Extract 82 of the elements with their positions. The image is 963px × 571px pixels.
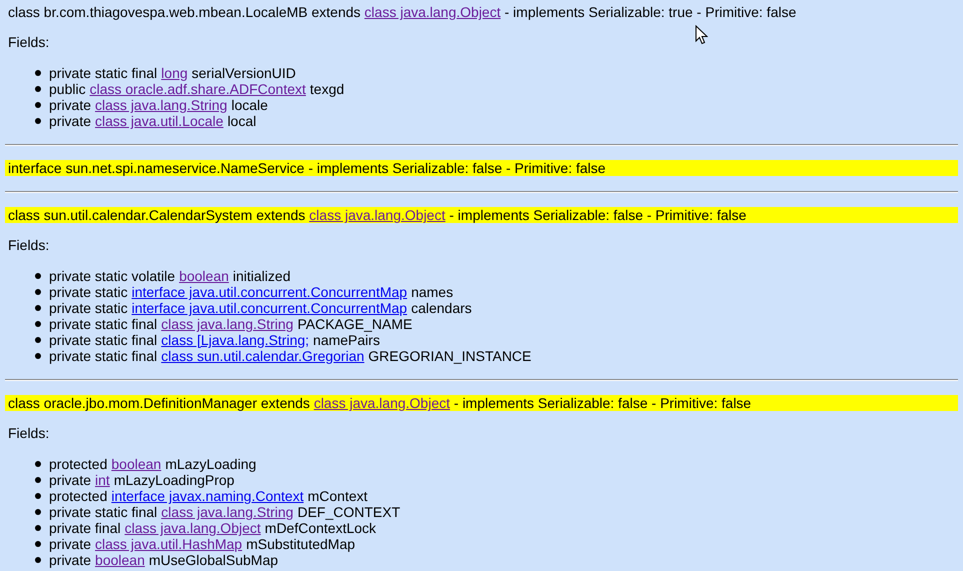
field-modifiers: protected xyxy=(49,456,108,472)
field-modifiers: private static final xyxy=(49,65,158,81)
bullet-icon xyxy=(35,461,41,467)
type-link[interactable]: long xyxy=(161,65,188,81)
field-name: PACKAGE_NAME xyxy=(297,316,412,332)
type-link[interactable]: class java.lang.Object xyxy=(364,4,501,20)
type-link[interactable]: class java.util.HashMap xyxy=(95,536,242,552)
field-modifiers: private xyxy=(49,113,92,129)
field-modifiers: private static xyxy=(49,284,128,300)
fields-label: Fields: xyxy=(8,34,50,50)
bullet-icon xyxy=(35,305,41,311)
field-modifiers: private xyxy=(49,472,92,488)
class-header-text: - implements Serializable: true - Primitive: false xyxy=(503,4,796,20)
type-link[interactable]: class sun.util.calendar.Gregorian xyxy=(161,348,364,364)
field-modifiers: private static final xyxy=(49,316,158,332)
field-name: local xyxy=(227,113,256,129)
type-link[interactable]: boolean xyxy=(95,552,145,568)
field-name: DEF_CONTEXT xyxy=(297,504,400,520)
bullet-icon xyxy=(35,86,41,92)
class-header-text: class oracle.jbo.mom.DefinitionManager extends xyxy=(8,395,311,411)
type-link[interactable]: class oracle.adf.share.ADFContext xyxy=(90,81,306,97)
field-name: locale xyxy=(231,97,268,113)
bullet-icon xyxy=(35,273,41,279)
bullet-icon xyxy=(35,509,41,515)
bullet-icon xyxy=(35,102,41,108)
mouse-cursor-icon xyxy=(695,25,708,45)
bullet-icon xyxy=(35,118,41,124)
fields-label: Fields: xyxy=(8,237,50,253)
type-link[interactable]: class [Ljava.lang.String; xyxy=(161,332,310,348)
type-link[interactable]: class java.lang.String xyxy=(95,97,228,113)
class-header-text: class sun.util.calendar.CalendarSystem extends xyxy=(8,207,306,223)
bullet-icon xyxy=(35,525,41,531)
field-name: names xyxy=(411,284,454,300)
field-name: namePairs xyxy=(313,332,380,348)
type-link[interactable]: class java.util.Locale xyxy=(95,113,224,129)
field-modifiers: private xyxy=(49,97,92,113)
field-name: calendars xyxy=(411,300,472,316)
class-header-text: - implements Serializable: false - Primitive: false xyxy=(448,207,746,223)
field-modifiers: private static final xyxy=(49,348,158,364)
field-modifiers: private static final xyxy=(49,504,158,520)
field-name: serialVersionUID xyxy=(192,65,296,81)
bullet-icon xyxy=(35,70,41,76)
field-modifiers: private final xyxy=(49,520,121,536)
bullet-icon xyxy=(35,321,41,327)
type-link[interactable]: class java.lang.String xyxy=(161,316,294,332)
field-name: mSubstitutedMap xyxy=(246,536,356,552)
field-modifiers: private static xyxy=(49,300,128,316)
field-name: initialized xyxy=(232,268,290,284)
bullet-icon xyxy=(35,289,41,295)
field-name: mLazyLoading xyxy=(165,456,256,472)
type-link[interactable]: boolean xyxy=(179,268,229,284)
type-link[interactable]: class java.lang.Object xyxy=(314,395,450,411)
field-name: mUseGlobalSubMap xyxy=(148,552,278,568)
bullet-icon xyxy=(35,541,41,547)
type-link[interactable]: class java.lang.Object xyxy=(309,207,446,223)
type-link[interactable]: class java.lang.String xyxy=(161,504,294,520)
field-name: texgd xyxy=(310,81,344,97)
field-modifiers: private static volatile xyxy=(49,268,176,284)
class-header-text: interface sun.net.spi.nameservice.NameService - implements Serializable: false - Primitive: false xyxy=(8,160,606,176)
bullet-icon xyxy=(35,493,41,499)
field-name: mContext xyxy=(308,488,368,504)
bullet-icon xyxy=(35,353,41,359)
bullet-icon xyxy=(35,557,41,563)
type-link[interactable]: class java.lang.Object xyxy=(124,520,261,536)
type-link[interactable]: boolean xyxy=(111,456,162,472)
field-name: mLazyLoadingProp xyxy=(114,472,234,488)
field-name: mDefContextLock xyxy=(264,520,376,536)
bullet-icon xyxy=(35,477,41,483)
field-name: GREGORIAN_INSTANCE xyxy=(368,348,532,364)
bullet-icon xyxy=(35,337,41,343)
field-modifiers: private xyxy=(49,536,92,552)
type-link[interactable]: interface javax.naming.Context xyxy=(111,488,304,504)
type-link[interactable]: int xyxy=(95,472,110,488)
field-modifiers: private static final xyxy=(49,332,158,348)
field-modifiers: protected xyxy=(49,488,108,504)
field-modifiers: public xyxy=(49,81,86,97)
type-link[interactable]: interface java.util.concurrent.ConcurrentMap xyxy=(132,284,408,300)
fields-label: Fields: xyxy=(8,425,50,441)
field-modifiers: private xyxy=(49,552,92,568)
class-header-text: - implements Serializable: false - Primitive: false xyxy=(452,395,752,411)
class-header-text: class br.com.thiagovespa.web.mbean.LocaleMB extends xyxy=(8,4,362,20)
type-link[interactable]: interface java.util.concurrent.ConcurrentMap xyxy=(132,300,408,316)
